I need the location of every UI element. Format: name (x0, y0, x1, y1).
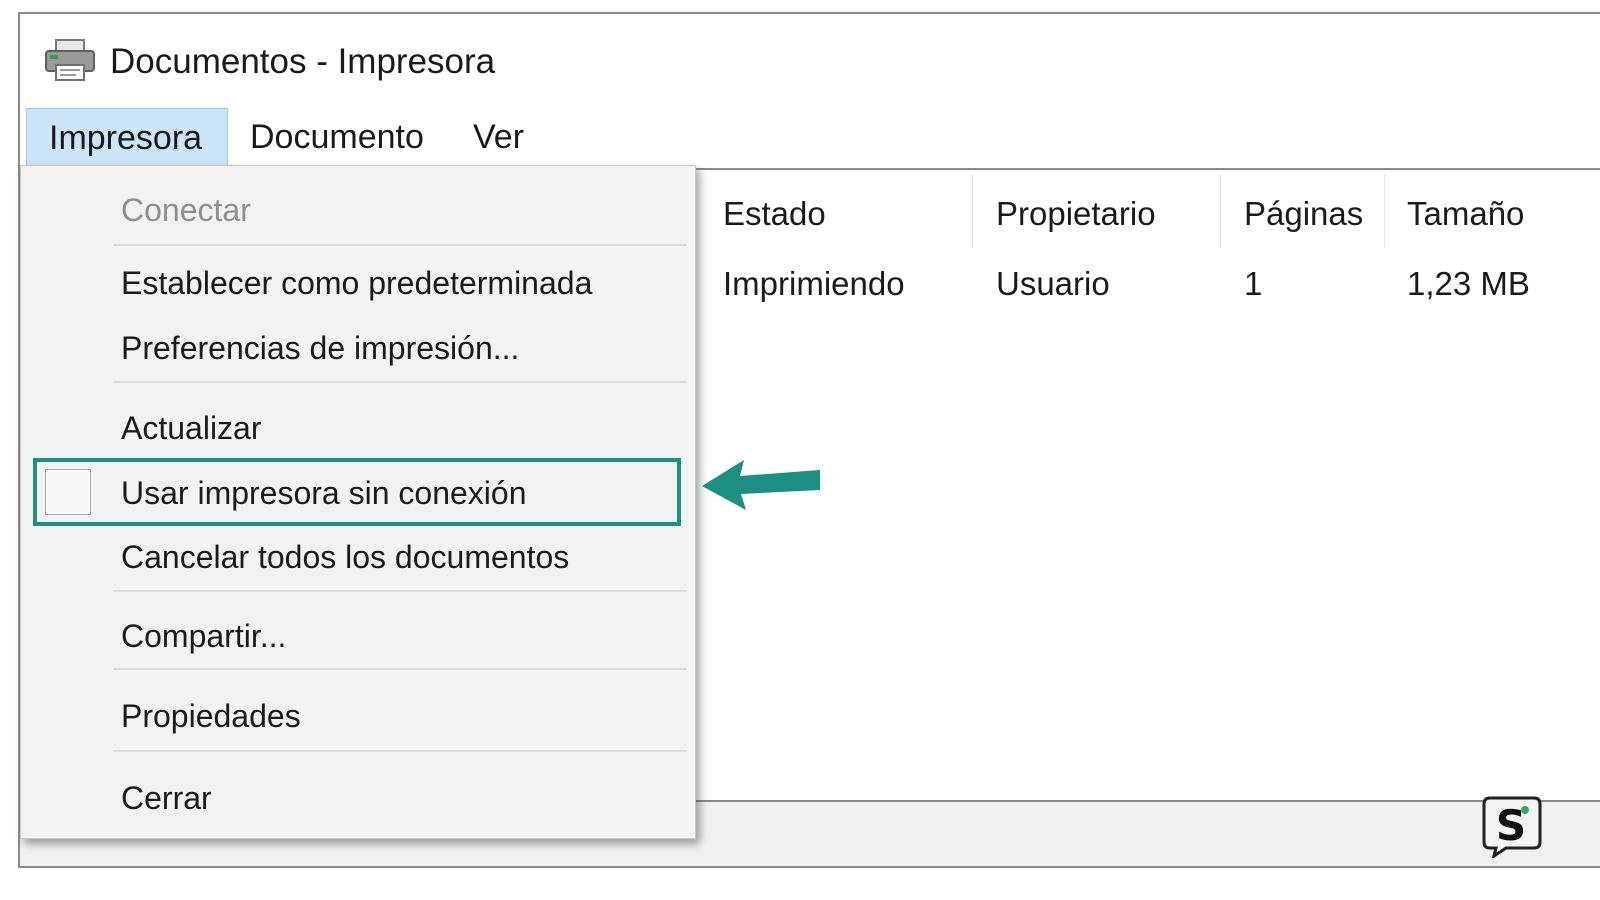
menu-ver[interactable]: Ver (451, 108, 546, 166)
menu-impresora[interactable]: Impresora (26, 108, 228, 166)
menu-separator (113, 590, 687, 592)
menu-item-cerrar[interactable]: Cerrar (121, 776, 212, 820)
column-header-estado[interactable]: Estado (723, 192, 826, 236)
menu-item-preferencias-impresion[interactable]: Preferencias de impresión... (121, 326, 519, 370)
cell-propietario: Usuario (996, 265, 1110, 302)
column-header-tamano[interactable]: Tamaño (1407, 192, 1524, 236)
cell-paginas: 1 (1244, 265, 1263, 302)
window-title: Documentos - Impresora (110, 42, 496, 81)
cell-tamano: 1,23 MB (1407, 265, 1530, 302)
menu-item-propiedades[interactable]: Propiedades (121, 694, 301, 738)
menu-documento[interactable]: Documento (228, 108, 446, 166)
column-header-propietario[interactable]: Propietario (996, 192, 1156, 236)
menu-separator (113, 668, 687, 670)
menu-item-establecer-predeterminada[interactable]: Establecer como predeterminada (121, 261, 592, 305)
menu-separator (113, 750, 687, 752)
arrow-left-icon (702, 460, 820, 510)
menu-item-conectar: Conectar (121, 192, 251, 228)
menu-item-cancelar-todos[interactable]: Cancelar todos los documentos (121, 535, 569, 579)
cell-estado: Imprimiendo (723, 265, 905, 302)
menu-separator (113, 244, 687, 246)
menu-bar: Impresora Documento Ver (20, 106, 1600, 168)
column-divider[interactable] (1384, 174, 1385, 248)
menu-separator (113, 381, 687, 383)
menu-item-usar-sin-conexion[interactable]: Usar impresora sin conexión (121, 471, 527, 515)
impresora-dropdown-menu: Conectar Establecer como predeterminada … (20, 165, 696, 839)
column-header-paginas[interactable]: Páginas (1244, 192, 1363, 236)
column-divider[interactable] (972, 174, 973, 248)
offline-checkbox[interactable] (45, 469, 91, 515)
s-logo-icon: S (1482, 796, 1542, 858)
title-bar: Documentos - Impresora (20, 14, 1600, 106)
menu-item-actualizar[interactable]: Actualizar (121, 406, 262, 450)
column-divider[interactable] (1220, 174, 1221, 248)
printer-icon (45, 39, 95, 81)
menu-item-compartir[interactable]: Compartir... (121, 614, 286, 658)
